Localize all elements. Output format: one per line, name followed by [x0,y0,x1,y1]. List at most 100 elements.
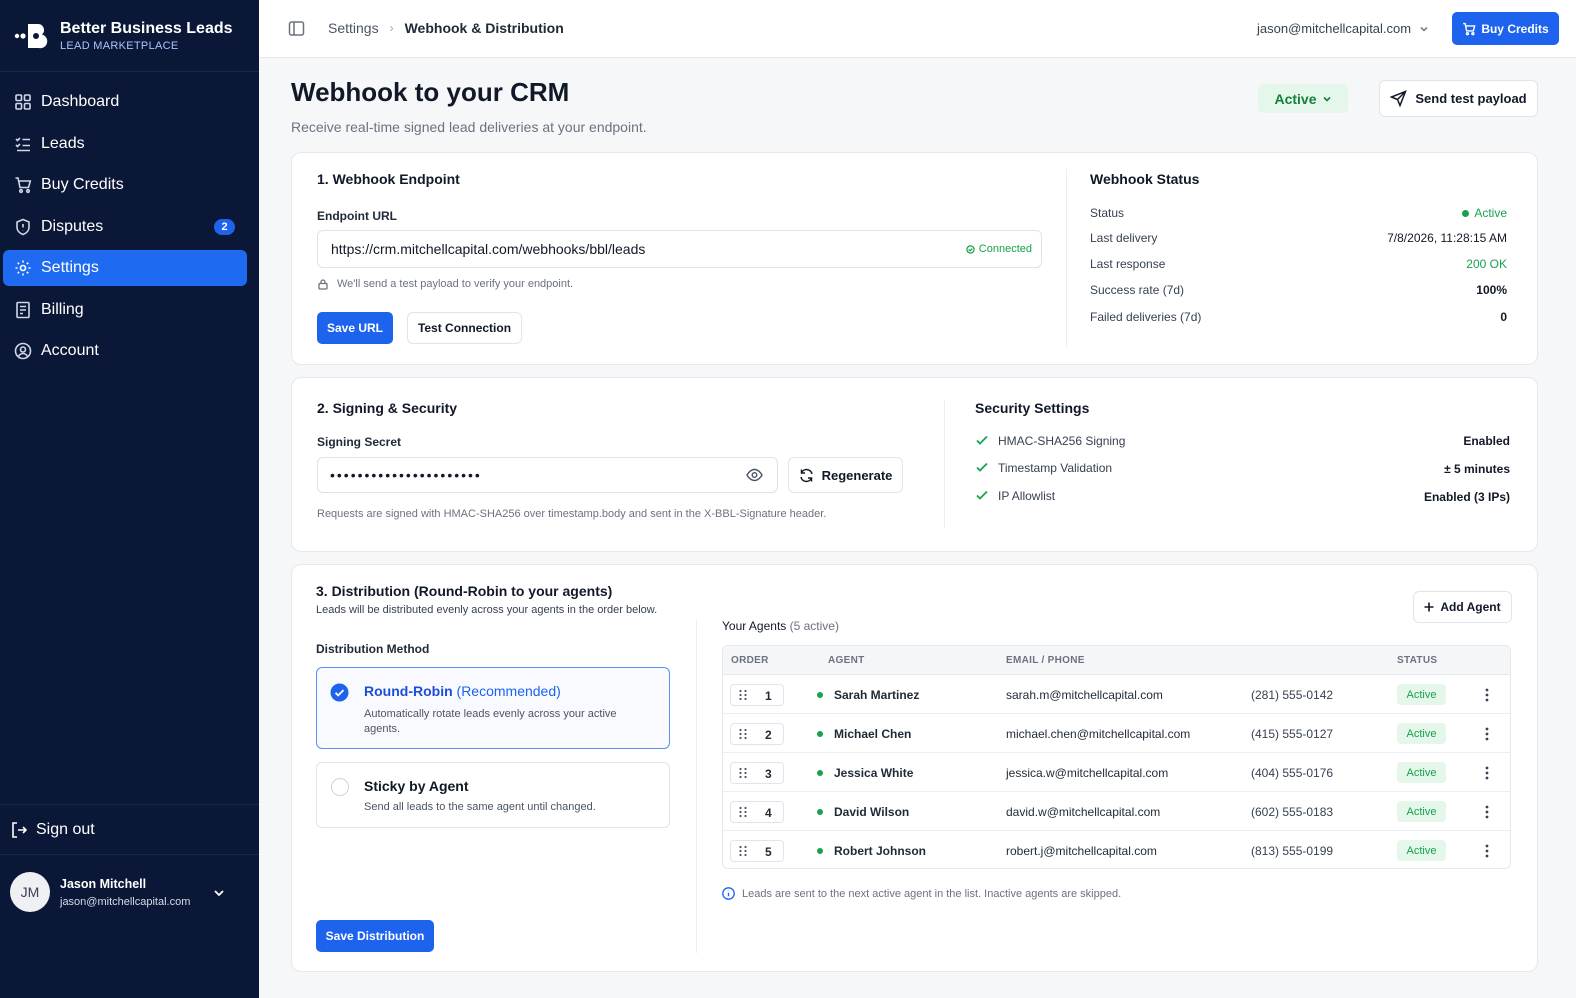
status-key: Status [1090,206,1125,220]
order-handle[interactable]: 4 [730,801,784,823]
send-test-payload-button[interactable]: Send test payload [1379,80,1538,117]
status-label: Active [1274,90,1317,107]
buy-credits-button[interactable]: Buy Credits [1452,12,1559,45]
status-value: Active [1462,206,1507,220]
sidebar-item-label: Leads [41,134,85,152]
account-email: jason@mitchellcapital.com [1257,21,1412,36]
check-icon [976,490,988,500]
sidebar-toggle-icon[interactable] [288,20,305,37]
eye-icon[interactable] [746,468,763,482]
add-agent-button[interactable]: Add Agent [1413,591,1512,623]
account-dropdown[interactable]: jason@mitchellcapital.com [1257,21,1429,36]
drag-handle-icon [739,806,747,818]
table-row: 5 Robert Johnson robert.j@mitchellcapita… [723,831,1510,868]
cart-icon [15,177,32,194]
sidebar-item-label: Disputes [41,217,104,235]
webhook-status-dropdown[interactable]: Active [1258,84,1348,113]
status-badge: Active [1397,723,1446,744]
breadcrumb-current: Webhook & Distribution [404,20,564,36]
drag-handle-icon [739,845,747,857]
drag-handle-icon [739,767,747,779]
order-handle[interactable]: 1 [730,684,784,706]
plus-icon [1424,602,1434,612]
order-handle[interactable]: 3 [730,762,784,784]
table-row: 3 Jessica White jessica.w@mitchellcapita… [723,753,1510,792]
sidebar-item-dashboard[interactable]: Dashboard [3,84,247,120]
more-vertical-icon[interactable] [1484,765,1490,781]
round-robin-option[interactable]: Round-Robin (Recommended) Automatically … [316,667,670,749]
refresh-icon [799,468,813,482]
radio-empty-icon [331,778,349,796]
order-handle[interactable]: 5 [730,840,784,862]
sidebar-item-billing[interactable]: Billing [3,292,247,328]
chevron-down-icon[interactable] [212,886,226,900]
order-handle[interactable]: 2 [730,723,784,745]
signing-security-card: 2. Signing & Security Signing Secret •••… [291,377,1538,552]
more-vertical-icon[interactable] [1484,843,1490,859]
user-menu[interactable]: JM Jason Mitchell jason@mitchellcapital.… [0,856,259,928]
sidebar-item-disputes[interactable]: Disputes 2 [3,209,247,245]
radio-checked-icon [330,683,349,702]
brand[interactable]: Better Business Leads LEAD MARKETPLACE [0,0,259,72]
agent-phone: (813) 555-0199 [1251,844,1334,858]
sidebar-item-account[interactable]: Account [3,333,247,369]
distribution-card: 3. Distribution (Round-Robin to your age… [291,564,1538,972]
distribution-subtitle: Leads will be distributed evenly across … [316,604,658,616]
sidebar-nav: Dashboard Leads Buy Credits Disputes 2 S… [0,72,259,369]
signing-secret-input[interactable]: •••••••••••••••••••••• [317,457,778,493]
sign-out-button[interactable]: Sign out [0,804,259,855]
agent-phone: (281) 555-0142 [1251,688,1334,702]
sticky-by-agent-option[interactable]: Sticky by Agent Send all leads to the sa… [316,762,670,828]
add-agent-label: Add Agent [1440,600,1501,614]
disputes-count-badge: 2 [214,218,235,235]
chevron-down-icon [1322,96,1331,102]
agent-name: Jessica White [834,766,914,780]
col-agent: AGENT [828,655,865,666]
info-icon [722,887,735,900]
divider [944,400,945,528]
avatar: JM [10,872,50,912]
status-badge: Active [1397,762,1446,783]
agent-status-dot [817,848,823,854]
breadcrumb-settings[interactable]: Settings [328,20,379,36]
list-check-icon [15,136,30,151]
page-subtitle: Receive real-time signed lead deliveries… [291,119,647,135]
more-vertical-icon[interactable] [1484,687,1490,703]
sidebar-item-label: Billing [41,300,84,318]
status-value-text: Active [1474,206,1507,220]
signing-note: Requests are signed with HMAC-SHA256 ove… [317,508,827,520]
endpoint-hint-text: We'll send a test payload to verify your… [337,278,574,290]
agent-email: michael.chen@mitchellcapital.com [1006,727,1191,741]
breadcrumb: Settings › Webhook & Distribution [328,20,564,36]
sidebar-item-settings[interactable]: Settings [3,250,247,286]
sidebar-item-leads[interactable]: Leads [3,126,247,162]
timestamp-value: ± 5 minutes [1444,462,1510,476]
receipt-icon [16,301,30,318]
sidebar-item-label: Settings [41,259,99,276]
last-delivery-key: Last delivery [1090,231,1158,245]
divider [696,620,697,953]
agent-phone: (404) 555-0176 [1251,766,1334,780]
shield-icon [16,218,30,235]
more-vertical-icon[interactable] [1484,804,1490,820]
ip-allowlist-key: IP Allowlist [998,489,1056,503]
col-order: ORDER [731,655,769,666]
test-connection-button[interactable]: Test Connection [407,312,522,344]
distribution-info: Leads are sent to the next active agent … [722,887,1121,900]
col-email-phone: EMAIL / PHONE [1006,655,1085,666]
col-status: STATUS [1397,655,1438,666]
endpoint-url-input[interactable]: https://crm.mitchellcapital.com/webhooks… [317,230,1042,268]
regenerate-button[interactable]: Regenerate [788,457,903,493]
save-url-button[interactable]: Save URL [317,312,393,344]
sticky-title: Sticky by Agent [364,778,469,794]
order-number: 1 [765,689,772,703]
agent-status-dot [817,731,823,737]
more-vertical-icon[interactable] [1484,726,1490,742]
agent-status-dot [817,692,823,698]
sidebar-item-buy-credits[interactable]: Buy Credits [3,167,247,203]
agent-email: jessica.w@mitchellcapital.com [1006,766,1169,780]
save-distribution-button[interactable]: Save Distribution [316,920,434,952]
agent-email: sarah.m@mitchellcapital.com [1006,688,1163,702]
page-title: Webhook to your CRM [291,77,570,107]
drag-handle-icon [739,728,747,740]
